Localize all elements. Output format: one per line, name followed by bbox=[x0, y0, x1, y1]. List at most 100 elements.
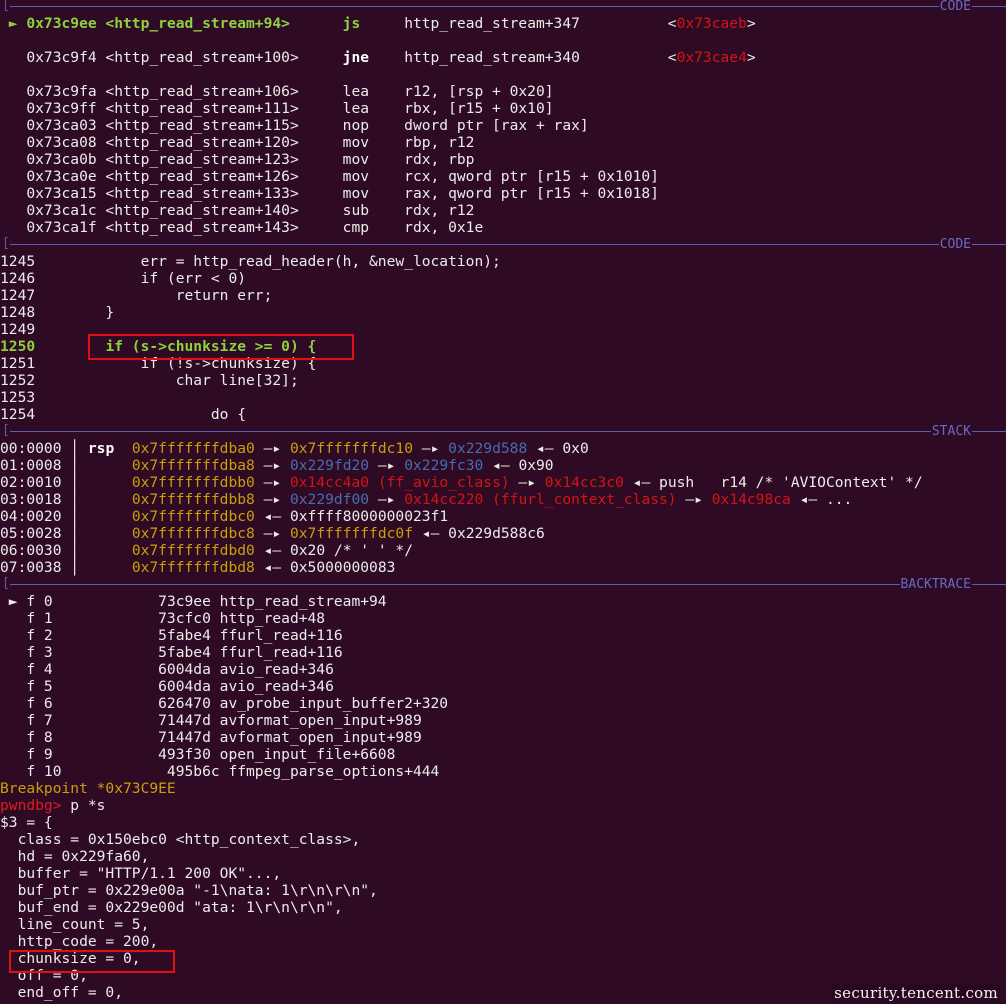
terminal-line: ► 0x73c9ee <http_read_stream+94> js http… bbox=[0, 15, 1006, 32]
text-segment: buf_ptr = 0x229e00a "-1\nata: 1\r\n\r\n"… bbox=[0, 882, 378, 899]
terminal-line: 05:0028 │ 0x7fffffffdbc8 —▸ 0x7fffffffdc… bbox=[0, 525, 1006, 542]
terminal-line: 07:0038 │ 0x7fffffffdbd8 ◂— 0x5000000083 bbox=[0, 559, 1006, 576]
highlight-box-chunksize bbox=[9, 950, 175, 973]
text-segment: pwndbg> bbox=[0, 797, 71, 814]
bracket-glyph: [ bbox=[2, 576, 10, 591]
divider bbox=[10, 6, 1006, 7]
text-segment: │ bbox=[70, 457, 132, 474]
text-segment: f 2 5fabe4 ffurl_read+116 bbox=[0, 627, 343, 644]
text-segment: 0x73caeb bbox=[676, 15, 747, 32]
highlight-box-condition bbox=[88, 334, 354, 360]
text-segment: 0x14cc3c0 bbox=[544, 474, 624, 491]
terminal-line: 0x73ca1f <http_read_stream+143> cmp rdx,… bbox=[0, 219, 1006, 236]
text-segment: p *s bbox=[70, 797, 106, 814]
terminal-line: line_count = 5, bbox=[0, 916, 1006, 933]
terminal-line: f 9 493f30 open_input_file+6608 bbox=[0, 746, 1006, 763]
text-segment: > bbox=[746, 49, 756, 66]
text-segment: js bbox=[342, 15, 405, 32]
text-segment: ◂— bbox=[413, 525, 449, 542]
text-segment: ◂— bbox=[254, 542, 290, 559]
pwndbg-terminal[interactable]: [CODE ► 0x73c9ee <http_read_stream+94> j… bbox=[0, 0, 1006, 1001]
text-segment: │ bbox=[70, 559, 132, 576]
text-segment: ◂— bbox=[483, 457, 519, 474]
text-segment: 0x7fffffffdbd8 bbox=[131, 559, 255, 576]
terminal-line: f 3 5fabe4 ffurl_read+116 bbox=[0, 644, 1006, 661]
text-segment: 04:0020 bbox=[0, 508, 71, 525]
text-segment: 0x7fffffffdbd0 bbox=[131, 542, 255, 559]
text-segment: 0x7fffffffdc0f bbox=[289, 525, 413, 542]
text-segment: f 0 73c9ee http_read_stream+94 bbox=[26, 593, 387, 610]
text-segment: 0x73c9ff <http_read_stream+111> lea rbx,… bbox=[0, 100, 554, 117]
terminal-line: 1246 if (err < 0) bbox=[0, 270, 1006, 287]
text-segment: 0x229fd20 bbox=[289, 457, 370, 474]
text-segment: f 3 5fabe4 ffurl_read+116 bbox=[0, 644, 343, 661]
section-label: CODE bbox=[938, 0, 972, 15]
text-segment: 0x73ca0b <http_read_stream+123> mov rdx,… bbox=[0, 151, 475, 168]
text-segment: 0x73ca03 <http_read_stream+115> nop dwor… bbox=[0, 117, 589, 134]
terminal-line: 0x73c9fa <http_read_stream+106> lea r12,… bbox=[0, 83, 1006, 100]
text-segment: —▸ bbox=[254, 474, 290, 491]
text-segment: ◂— bbox=[254, 559, 290, 576]
text-segment: 0x73ca08 <http_read_stream+120> mov rbp,… bbox=[0, 134, 475, 151]
text-segment: f 4 6004da avio_read+346 bbox=[0, 661, 334, 678]
terminal-line: 0x73ca0e <http_read_stream+126> mov rcx,… bbox=[0, 168, 1006, 185]
text-segment: 0xffff8000000023f1 bbox=[289, 508, 449, 525]
text-segment: http_read_stream+340 bbox=[404, 49, 668, 66]
text-segment: < bbox=[667, 49, 677, 66]
text-segment: class = 0x150ebc0 <http_context_class>, bbox=[0, 831, 361, 848]
text-segment: 0x7fffffffdbc8 bbox=[131, 525, 255, 542]
text-segment: f 9 493f30 open_input_file+6608 bbox=[0, 746, 396, 763]
text-segment: 0x73ca15 <http_read_stream+133> mov rax,… bbox=[0, 185, 659, 202]
text-segment: —▸ bbox=[676, 491, 712, 508]
terminal-line: 01:0008 │ 0x7fffffffdba8 —▸ 0x229fd20 —▸… bbox=[0, 457, 1006, 474]
terminal-line: f 5 6004da avio_read+346 bbox=[0, 678, 1006, 695]
text-segment: │ bbox=[70, 525, 132, 542]
terminal-line: 1252 char line[32]; bbox=[0, 372, 1006, 389]
text-segment: —▸ bbox=[254, 525, 290, 542]
text-segment: 02:0010 bbox=[0, 474, 71, 491]
text-segment: 0x14cc4a0 (ff_avio_class) bbox=[289, 474, 510, 491]
text-segment: ◂— bbox=[623, 474, 660, 491]
text-segment: 1246 if (err < 0) bbox=[0, 270, 247, 287]
text-segment: —▸ bbox=[509, 474, 545, 491]
text-segment: ◂— bbox=[790, 491, 826, 508]
text-segment: 0x7fffffffdbc0 bbox=[131, 508, 255, 525]
terminal-line: $3 = { bbox=[0, 814, 1006, 831]
text-segment: —▸ bbox=[254, 440, 290, 457]
text-segment: │ bbox=[70, 508, 132, 525]
text-segment: jne bbox=[342, 49, 405, 66]
terminal-line: 1248 } bbox=[0, 304, 1006, 321]
text-segment: buffer = "HTTP/1.1 200 OK"..., bbox=[0, 865, 282, 882]
terminal-line: 00:0000 │ rsp 0x7fffffffdba0 —▸ 0x7fffff… bbox=[0, 440, 1006, 457]
terminal-line: 04:0020 │ 0x7fffffffdbc0 ◂— 0xffff800000… bbox=[0, 508, 1006, 525]
watermark: security.tencent.com bbox=[832, 984, 1000, 1002]
terminal-line: 0x73ca15 <http_read_stream+133> mov rax,… bbox=[0, 185, 1006, 202]
terminal-line: 1245 err = http_read_header(h, &new_loca… bbox=[0, 253, 1006, 270]
text-segment: f 7 71447d avformat_open_input+989 bbox=[0, 712, 422, 729]
section-header-code: [CODE bbox=[0, 0, 1006, 15]
text-segment: ◂— bbox=[254, 508, 290, 525]
text-segment: 0x7fffffffdc10 bbox=[289, 440, 413, 457]
terminal-line: 02:0010 │ 0x7fffffffdbb0 —▸ 0x14cc4a0 (f… bbox=[0, 474, 1006, 491]
terminal-line: f 1 73cfc0 http_read+48 bbox=[0, 610, 1006, 627]
terminal-line: buffer = "HTTP/1.1 200 OK"..., bbox=[0, 865, 1006, 882]
text-segment: 0x73ca0e <http_read_stream+126> mov rcx,… bbox=[0, 168, 659, 185]
section-header-code: [CODE bbox=[0, 236, 1006, 253]
section-header-backtrace: [BACKTRACE bbox=[0, 576, 1006, 593]
text-segment: 0x73ca1c <http_read_stream+140> sub rdx,… bbox=[0, 202, 475, 219]
text-segment: ... bbox=[825, 491, 853, 508]
text-segment: 0x73ca1f <http_read_stream+143> cmp rdx,… bbox=[0, 219, 484, 236]
text-segment: http_read_stream+347 bbox=[404, 15, 668, 32]
terminal-line: ► f 0 73c9ee http_read_stream+94 bbox=[0, 593, 1006, 610]
text-segment: push r14 /* 'AVIOContext' */ bbox=[659, 474, 923, 491]
text-segment: > bbox=[746, 15, 756, 32]
text-segment: │ bbox=[70, 440, 88, 457]
text-segment: 0x73c9f4 <http_read_stream+100> bbox=[0, 49, 343, 66]
text-segment: 00:0000 bbox=[0, 440, 71, 457]
text-segment: f 8 71447d avformat_open_input+989 bbox=[0, 729, 422, 746]
text-segment: $3 = { bbox=[0, 814, 53, 831]
text-segment: ► bbox=[0, 15, 27, 32]
terminal-line: 0x73ca08 <http_read_stream+120> mov rbp,… bbox=[0, 134, 1006, 151]
terminal-line: f 10 495b6c ffmpeg_parse_options+444 bbox=[0, 763, 1006, 780]
